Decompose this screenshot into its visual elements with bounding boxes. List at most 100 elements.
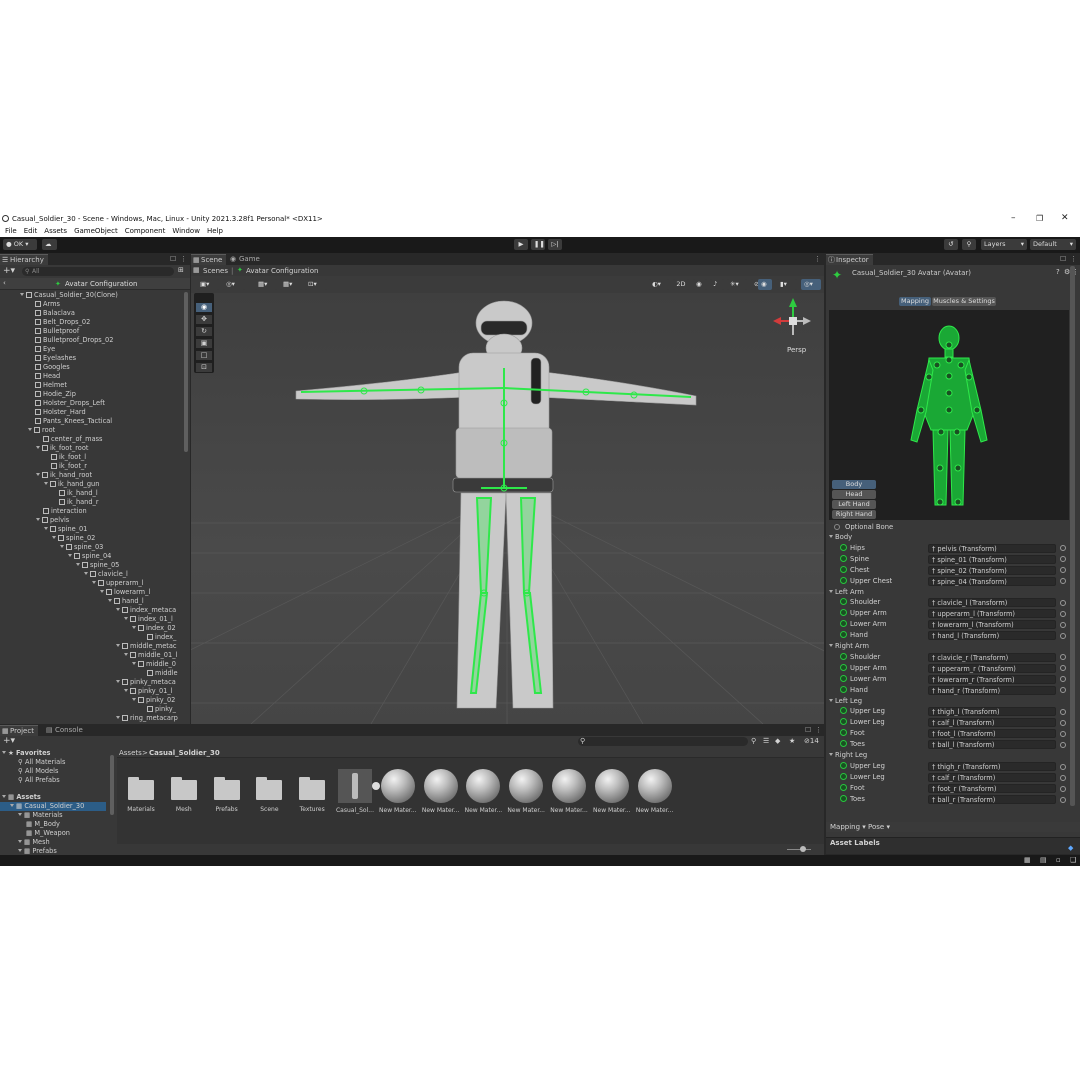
- asset-item[interactable]: Casual_Sol...: [335, 769, 380, 814]
- expand-arrow-icon[interactable]: [36, 473, 40, 476]
- view-tool-button[interactable]: ◉: [196, 303, 212, 312]
- shading-button[interactable]: ◐▾: [649, 279, 669, 290]
- account-button[interactable]: ● OK ▾: [3, 239, 37, 250]
- bone-status-icon[interactable]: [840, 784, 847, 791]
- asset-item[interactable]: New Mater...: [549, 769, 589, 814]
- bone-transform-field[interactable]: † hand_r (Transform): [928, 685, 1056, 695]
- breadcrumb-casual-soldier[interactable]: Casual_Soldier_30: [149, 749, 220, 757]
- hierarchy-scrollbar[interactable]: [184, 292, 188, 452]
- hidden-packages-icon[interactable]: ⊘14: [804, 737, 819, 745]
- menu-window[interactable]: Window: [172, 226, 200, 237]
- asset-item[interactable]: Materials: [121, 777, 161, 813]
- bone-status-icon[interactable]: [840, 685, 847, 693]
- hierarchy-item[interactable]: ring_metacarp: [116, 714, 178, 723]
- lock-icon[interactable]: ☐: [805, 726, 811, 734]
- object-picker-icon[interactable]: [1060, 556, 1066, 563]
- hierarchy-item[interactable]: ik_foot_l: [44, 453, 86, 462]
- expand-arrow-icon[interactable]: [100, 590, 104, 593]
- bone-status-icon[interactable]: [840, 740, 847, 748]
- asset-item[interactable]: New Mater...: [421, 769, 461, 814]
- bone-status-icon[interactable]: [840, 674, 847, 682]
- expand-arrow-icon[interactable]: [2, 795, 6, 798]
- expand-arrow-icon[interactable]: [116, 608, 120, 611]
- bone-transform-field[interactable]: † upperarm_l (Transform): [928, 609, 1056, 619]
- hierarchy-search-input[interactable]: ⚲ All: [22, 267, 174, 276]
- audio-button[interactable]: ♪: [710, 279, 724, 290]
- hierarchy-item[interactable]: Eyelashes: [28, 354, 76, 363]
- hierarchy-item[interactable]: Bulletproof_Drops_02: [28, 336, 113, 345]
- bone-status-icon[interactable]: [840, 795, 847, 802]
- expand-arrow-icon[interactable]: [116, 680, 120, 683]
- object-picker-icon[interactable]: [1060, 632, 1066, 639]
- hierarchy-item[interactable]: index_01_l: [124, 615, 173, 624]
- vertex-snap-button[interactable]: ⊡▾: [305, 279, 327, 290]
- favorites-item[interactable]: ⚲ All Models: [18, 767, 58, 776]
- increment-snap-button[interactable]: ▦▾: [280, 279, 302, 290]
- favorite-icon[interactable]: ★: [789, 737, 795, 745]
- expand-arrow-icon[interactable]: [92, 581, 96, 584]
- assets-folder-item[interactable]: ▦ M_Body: [26, 820, 60, 829]
- object-picker-icon[interactable]: [1060, 785, 1066, 792]
- pose-dropdown[interactable]: Pose ▾: [868, 823, 890, 831]
- bone-status-icon[interactable]: [840, 762, 847, 769]
- toggle-2d-button[interactable]: 2D: [673, 279, 689, 290]
- persp-label[interactable]: Persp: [787, 346, 806, 354]
- assets-header[interactable]: ▦ Assets: [2, 793, 41, 802]
- expand-arrow-icon[interactable]: [20, 293, 24, 296]
- hierarchy-item[interactable]: spine_01: [44, 525, 87, 534]
- breadcrumb-avatar-configuration[interactable]: Avatar Configuration: [246, 267, 318, 275]
- play-button[interactable]: ▶: [514, 239, 528, 250]
- history-button[interactable]: ↺: [944, 239, 958, 250]
- bone-transform-field[interactable]: † lowerarm_r (Transform): [928, 674, 1056, 684]
- search-button[interactable]: ⚲: [962, 239, 976, 250]
- hierarchy-item[interactable]: Holster_Hard: [28, 408, 86, 417]
- expand-arrow-icon[interactable]: [36, 518, 40, 521]
- asset-item[interactable]: New Mater...: [378, 769, 418, 814]
- bone-status-icon[interactable]: [840, 609, 847, 617]
- bone-transform-field[interactable]: † spine_04 (Transform): [928, 576, 1056, 586]
- expand-arrow-icon[interactable]: [68, 554, 72, 557]
- expand-arrow-icon[interactable]: [124, 617, 128, 620]
- expand-arrow-icon[interactable]: [132, 698, 136, 701]
- favorites-item[interactable]: ⚲ All Materials: [18, 758, 65, 767]
- tab-project[interactable]: ▦ Project: [0, 725, 38, 736]
- lighting-button[interactable]: ◉: [693, 279, 707, 290]
- bone-status-icon[interactable]: [840, 773, 847, 780]
- close-icon[interactable]: ✕: [1061, 213, 1069, 223]
- hierarchy-item[interactable]: pinky_01_l: [124, 687, 173, 696]
- mapping-dropdown[interactable]: Mapping ▾: [830, 823, 866, 831]
- hierarchy-item[interactable]: ik_hand_gun: [44, 480, 99, 489]
- rect-tool-button[interactable]: □: [196, 351, 212, 360]
- back-arrow-icon[interactable]: ‹: [3, 279, 6, 287]
- expand-arrow-icon[interactable]: [829, 698, 833, 702]
- hierarchy-item[interactable]: ik_hand_root: [36, 471, 92, 480]
- hierarchy-item[interactable]: lowerarm_l: [100, 588, 150, 597]
- layers-dropdown[interactable]: Layers ▾: [981, 239, 1027, 250]
- draw-mode-button[interactable]: ▣▾: [197, 279, 219, 290]
- object-picker-icon[interactable]: [1060, 719, 1066, 726]
- bone-transform-field[interactable]: † calf_r (Transform): [928, 773, 1056, 782]
- search-filter-icon[interactable]: ⚲: [751, 737, 756, 745]
- minimize-icon[interactable]: –: [1011, 213, 1016, 223]
- bone-transform-field[interactable]: † upperarm_r (Transform): [928, 663, 1056, 673]
- bone-status-icon[interactable]: [840, 718, 847, 726]
- object-picker-icon[interactable]: [1060, 599, 1066, 606]
- hierarchy-item[interactable]: middle_01_l: [124, 651, 177, 660]
- tab-console[interactable]: ▤ Console: [45, 725, 87, 736]
- progress-icon[interactable]: ▤: [1040, 856, 1047, 864]
- orientation-gizmo[interactable]: [773, 298, 811, 335]
- bone-group-header[interactable]: Left Arm: [829, 587, 864, 598]
- pause-button[interactable]: ❚❚: [531, 239, 545, 250]
- expand-arrow-icon[interactable]: [18, 840, 22, 843]
- inspector-scrollbar[interactable]: [1070, 266, 1075, 806]
- tag-icon[interactable]: ◆: [1068, 844, 1073, 852]
- bone-transform-field[interactable]: † spine_02 (Transform): [928, 565, 1056, 575]
- label-filter-icon[interactable]: ◆: [775, 737, 780, 745]
- bone-transform-field[interactable]: † clavicle_r (Transform): [928, 652, 1056, 662]
- filter-icon[interactable]: ⊞: [178, 266, 184, 274]
- hierarchy-item[interactable]: spine_05: [76, 561, 119, 570]
- bone-transform-field[interactable]: † thigh_r (Transform): [928, 762, 1056, 771]
- project-tree-scrollbar[interactable]: [110, 755, 114, 815]
- object-picker-icon[interactable]: [1060, 578, 1066, 585]
- bone-status-icon[interactable]: [840, 652, 847, 660]
